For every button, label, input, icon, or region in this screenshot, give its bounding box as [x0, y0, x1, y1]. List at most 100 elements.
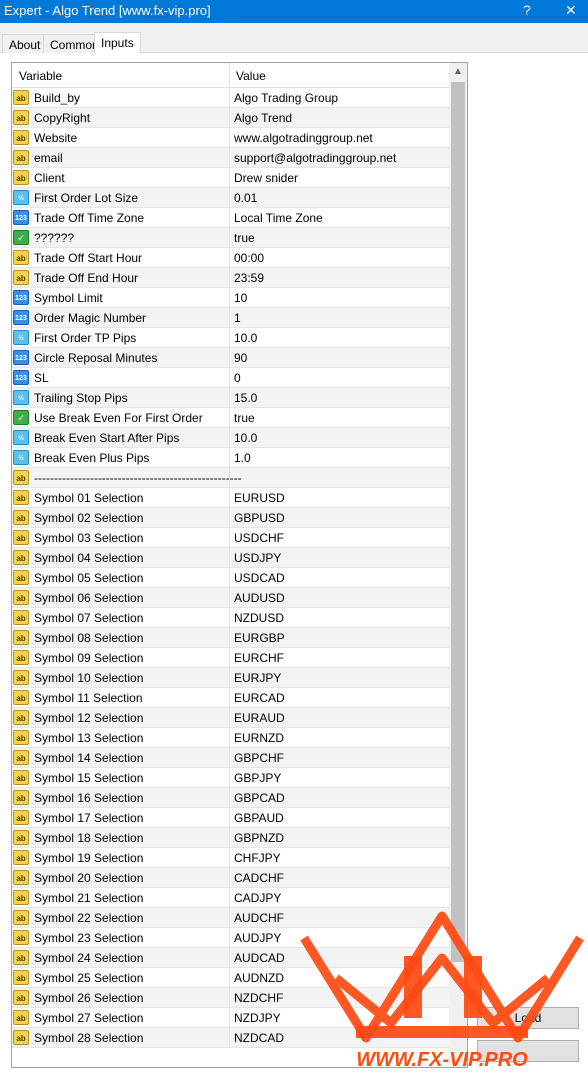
- row-value[interactable]: EURUSD: [234, 491, 285, 505]
- table-row[interactable]: ½ Break Even Plus Pips 1.0: [12, 448, 449, 468]
- row-value[interactable]: NZDJPY: [234, 1011, 281, 1025]
- scroll-up-icon[interactable]: ▲: [449, 63, 467, 81]
- table-row[interactable]: ✓ Use Break Even For First Order true: [12, 408, 449, 428]
- row-value[interactable]: AUDUSD: [234, 591, 285, 605]
- row-value[interactable]: 15.0: [234, 391, 257, 405]
- row-value[interactable]: support@algotradinggroup.net: [234, 151, 396, 165]
- row-value[interactable]: USDCAD: [234, 571, 285, 585]
- row-value[interactable]: EURCAD: [234, 691, 285, 705]
- table-row[interactable]: ab Symbol 02 Selection GBPUSD: [12, 508, 449, 528]
- row-value[interactable]: 10.0: [234, 331, 257, 345]
- table-row[interactable]: 123 Circle Reposal Minutes 90: [12, 348, 449, 368]
- table-row[interactable]: ½ First Order Lot Size 0.01: [12, 188, 449, 208]
- table-row[interactable]: ✓?????? true: [12, 228, 449, 248]
- row-value[interactable]: 23:59: [234, 271, 264, 285]
- column-separator[interactable]: [229, 63, 230, 88]
- table-row[interactable]: ab Symbol 06 Selection AUDUSD: [12, 588, 449, 608]
- row-value[interactable]: GBPCHF: [234, 751, 284, 765]
- row-variable: Use Break Even For First Order: [34, 411, 203, 425]
- table-row[interactable]: ab Symbol 03 Selection USDCHF: [12, 528, 449, 548]
- row-value[interactable]: CHFJPY: [234, 851, 281, 865]
- table-row[interactable]: ½ Trailing Stop Pips 15.0: [12, 388, 449, 408]
- row-value[interactable]: 00:00: [234, 251, 264, 265]
- table-row[interactable]: 123 Order Magic Number 1: [12, 308, 449, 328]
- help-icon[interactable]: ?: [523, 2, 531, 18]
- row-value[interactable]: EURGBP: [234, 631, 285, 645]
- table-row[interactable]: ab Symbol 10 Selection EURJPY: [12, 668, 449, 688]
- table-row[interactable]: ab --------------------------------------…: [12, 468, 449, 488]
- table-row[interactable]: ab Symbol 05 Selection USDCAD: [12, 568, 449, 588]
- row-value[interactable]: EURNZD: [234, 731, 284, 745]
- row-value[interactable]: CADJPY: [234, 891, 281, 905]
- table-row[interactable]: 123 Trade Off Time Zone Local Time Zone: [12, 208, 449, 228]
- row-value[interactable]: AUDJPY: [234, 931, 281, 945]
- table-row[interactable]: ab Symbol 09 Selection EURCHF: [12, 648, 449, 668]
- table-row[interactable]: ab Client Drew snider: [12, 168, 449, 188]
- table-row[interactable]: ab email support@algotradinggroup.net: [12, 148, 449, 168]
- table-row[interactable]: ab Symbol 16 Selection GBPCAD: [12, 788, 449, 808]
- row-value[interactable]: USDCHF: [234, 531, 284, 545]
- table-row[interactable]: ½ First Order TP Pips 10.0: [12, 328, 449, 348]
- row-value[interactable]: 1: [234, 311, 241, 325]
- table-row[interactable]: ½ Break Even Start After Pips 10.0: [12, 428, 449, 448]
- row-value[interactable]: true: [234, 411, 255, 425]
- column-header-value[interactable]: Value: [236, 69, 266, 83]
- table-row[interactable]: ab Symbol 04 Selection USDJPY: [12, 548, 449, 568]
- row-value[interactable]: 1.0: [234, 451, 251, 465]
- table-row[interactable]: ab Symbol 21 Selection CADJPY: [12, 888, 449, 908]
- table-row[interactable]: ab Trade Off Start Hour 00:00: [12, 248, 449, 268]
- table-row[interactable]: 123 Symbol Limit 10: [12, 288, 449, 308]
- table-row[interactable]: ab Symbol 18 Selection GBPNZD: [12, 828, 449, 848]
- row-value[interactable]: 10: [234, 291, 247, 305]
- table-row[interactable]: ab Symbol 01 Selection EURUSD: [12, 488, 449, 508]
- table-row[interactable]: 123 SL 0: [12, 368, 449, 388]
- table-row[interactable]: ab Symbol 19 Selection CHFJPY: [12, 848, 449, 868]
- scrollbar-thumb[interactable]: [451, 82, 465, 962]
- table-row[interactable]: ab Trade Off End Hour 23:59: [12, 268, 449, 288]
- table-row[interactable]: ab Website www.algotradinggroup.net: [12, 128, 449, 148]
- row-value[interactable]: 0: [234, 371, 241, 385]
- row-value[interactable]: GBPNZD: [234, 831, 284, 845]
- tab-inputs[interactable]: Inputs: [94, 32, 141, 53]
- column-header-variable[interactable]: Variable: [19, 69, 62, 83]
- table-row[interactable]: ab Symbol 12 Selection EURAUD: [12, 708, 449, 728]
- table-row[interactable]: ab Symbol 13 Selection EURNZD: [12, 728, 449, 748]
- row-value[interactable]: EURAUD: [234, 711, 285, 725]
- table-row[interactable]: ab Symbol 20 Selection CADCHF: [12, 868, 449, 888]
- row-value[interactable]: Local Time Zone: [234, 211, 323, 225]
- table-row[interactable]: ab Symbol 14 Selection GBPCHF: [12, 748, 449, 768]
- row-value[interactable]: Algo Trading Group: [234, 91, 338, 105]
- row-value[interactable]: USDJPY: [234, 551, 281, 565]
- cell-separator: [229, 988, 230, 1008]
- row-value[interactable]: GBPJPY: [234, 771, 281, 785]
- table-row[interactable]: ab Build_by Algo Trading Group: [12, 88, 449, 108]
- row-value[interactable]: CADCHF: [234, 871, 284, 885]
- row-value[interactable]: GBPAUD: [234, 811, 284, 825]
- row-value[interactable]: EURJPY: [234, 671, 281, 685]
- table-row[interactable]: ab Symbol 15 Selection GBPJPY: [12, 768, 449, 788]
- row-value[interactable]: AUDCHF: [234, 911, 284, 925]
- row-value[interactable]: AUDNZD: [234, 971, 284, 985]
- row-value[interactable]: EURCHF: [234, 651, 284, 665]
- row-value[interactable]: GBPCAD: [234, 791, 285, 805]
- row-value[interactable]: 90: [234, 351, 247, 365]
- row-value[interactable]: Algo Trend: [234, 111, 292, 125]
- tab-about[interactable]: About: [2, 34, 48, 53]
- window-title: Expert - Algo Trend [www.fx-vip.pro]: [4, 3, 211, 18]
- table-row[interactable]: ab Symbol 08 Selection EURGBP: [12, 628, 449, 648]
- row-value[interactable]: NZDCAD: [234, 1031, 284, 1045]
- row-value[interactable]: GBPUSD: [234, 511, 285, 525]
- table-row[interactable]: ab Symbol 17 Selection GBPAUD: [12, 808, 449, 828]
- table-row[interactable]: ab Symbol 07 Selection NZDUSD: [12, 608, 449, 628]
- close-icon[interactable]: ✕: [565, 2, 577, 19]
- row-value[interactable]: true: [234, 231, 255, 245]
- table-row[interactable]: ab CopyRight Algo Trend: [12, 108, 449, 128]
- row-value[interactable]: www.algotradinggroup.net: [234, 131, 373, 145]
- row-value[interactable]: NZDCHF: [234, 991, 283, 1005]
- row-value[interactable]: 10.0: [234, 431, 257, 445]
- table-row[interactable]: ab Symbol 11 Selection EURCAD: [12, 688, 449, 708]
- row-value[interactable]: NZDUSD: [234, 611, 284, 625]
- row-value[interactable]: Drew snider: [234, 171, 298, 185]
- row-value[interactable]: 0.01: [234, 191, 257, 205]
- row-value[interactable]: AUDCAD: [234, 951, 285, 965]
